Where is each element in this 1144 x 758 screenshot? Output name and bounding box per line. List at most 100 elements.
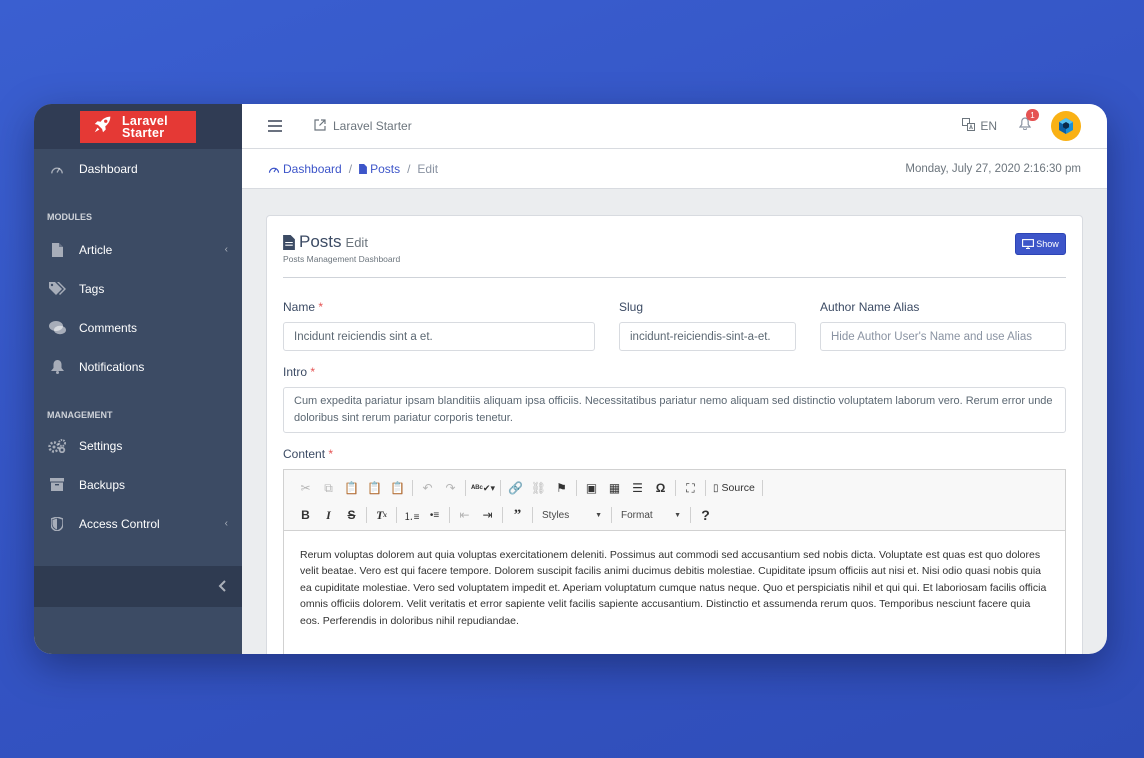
paste-icon[interactable]: 📋 <box>340 478 363 498</box>
content-label-text: Content <box>283 447 326 461</box>
horizontal-line-icon[interactable]: ☰ <box>626 478 649 498</box>
sidebar-minimize-button[interactable] <box>34 566 242 607</box>
sidebar-brand[interactable]: Laravel Starter <box>34 104 242 149</box>
divider <box>283 277 1066 278</box>
toolbar-separator <box>761 480 763 496</box>
breadcrumb-posts[interactable]: Posts <box>359 162 400 176</box>
name-label-text: Name <box>283 300 316 314</box>
language-switcher[interactable]: EN <box>962 118 997 134</box>
comments-icon <box>48 320 66 336</box>
anchor-flag-icon[interactable]: ⚑ <box>550 478 573 498</box>
undo-icon[interactable]: ↶ <box>416 478 439 498</box>
toolbar-separator <box>705 480 706 496</box>
file-icon <box>359 163 367 174</box>
toolbar-separator <box>576 480 577 496</box>
brand-line-1: Laravel <box>122 113 168 128</box>
name-input[interactable]: Incidunt reiciendis sint a et. <box>283 322 595 351</box>
sidebar-item-notifications[interactable]: Notifications <box>34 347 242 386</box>
indent-icon[interactable]: ⇥ <box>476 505 499 525</box>
app-link[interactable]: Laravel Starter <box>314 118 412 134</box>
special-char-icon[interactable]: Ω <box>649 478 672 498</box>
sidebar-item-label: Comments <box>79 320 138 335</box>
maximize-icon[interactable]: ⛶ <box>679 478 702 498</box>
sidebar-item-dashboard[interactable]: Dashboard <box>34 149 242 188</box>
page-title: Posts Edit <box>283 232 368 252</box>
caret-down-icon: ▼ <box>674 511 681 519</box>
bullet-list-icon[interactable]: •≡ <box>423 505 446 525</box>
sidebar-item-label: Backups <box>79 477 126 492</box>
tags-icon <box>48 281 66 297</box>
show-button[interactable]: Show <box>1015 233 1066 255</box>
help-icon[interactable]: ? <box>694 505 717 525</box>
toolbar-separator <box>675 480 676 496</box>
card-subtitle: Posts Management Dashboard <box>283 254 401 264</box>
app-link-label: Laravel Starter <box>333 119 412 133</box>
breadcrumb-dashboard[interactable]: Dashboard <box>268 162 342 176</box>
paste-text-icon[interactable]: 📋 <box>363 478 386 498</box>
avatar[interactable] <box>1051 111 1081 141</box>
image-icon[interactable]: ▣ <box>580 478 603 498</box>
toolbar-separator <box>396 507 397 523</box>
sidebar-item-label: Article <box>79 242 113 257</box>
menu-toggle-icon[interactable] <box>268 120 282 132</box>
nav-title-management: MANAGEMENT <box>47 410 113 420</box>
redo-icon[interactable]: ↷ <box>439 478 462 498</box>
rocket-icon <box>92 113 114 140</box>
spellcheck-icon[interactable]: ᴬᴮᶜ✔▾ <box>469 478 497 498</box>
bell-icon <box>48 359 66 375</box>
author-alias-label: Author Name Alias <box>820 300 920 314</box>
format-dropdown[interactable]: Format ▼ <box>615 505 687 525</box>
cut-icon[interactable]: ✂ <box>294 478 317 498</box>
notification-badge: 1 <box>1026 109 1039 121</box>
table-icon[interactable]: ▦ <box>603 478 626 498</box>
brand-line-2: Starter <box>122 125 165 140</box>
chevron-left-icon: ‹ <box>224 518 228 529</box>
breadcrumb-label: Dashboard <box>283 161 342 176</box>
sidebar-item-article[interactable]: Article ‹ <box>34 230 242 269</box>
header-right: EN 1 <box>962 109 1081 141</box>
sidebar-item-settings[interactable]: Settings <box>34 426 242 465</box>
copy-icon[interactable]: ⧉ <box>317 478 340 498</box>
link-icon[interactable]: 🔗 <box>504 478 527 498</box>
paste-word-icon[interactable]: 📋 <box>386 478 409 498</box>
slug-input[interactable]: incidunt-reiciendis-sint-a-et. <box>619 322 796 351</box>
external-link-icon <box>314 118 326 134</box>
numbered-list-icon[interactable]: ⒈≡ <box>400 505 423 525</box>
show-button-label: Show <box>1036 239 1059 249</box>
sidebar-item-comments[interactable]: Comments <box>34 308 242 347</box>
toolbar-separator <box>412 480 413 496</box>
unlink-icon[interactable]: ⛓ <box>527 478 550 498</box>
file-icon <box>283 234 295 250</box>
sidebar-item-access-control[interactable]: Access Control ‹ <box>34 504 242 543</box>
name-label: Name * <box>283 300 323 314</box>
editor-content[interactable]: Rerum voluptas dolorem aut quia voluptas… <box>284 531 1065 645</box>
sidebar-item-backups[interactable]: Backups <box>34 465 242 504</box>
required-marker: * <box>310 365 316 379</box>
toolbar-separator <box>502 507 503 523</box>
sidebar-item-tags[interactable]: Tags <box>34 269 242 308</box>
sidebar-item-label: Notifications <box>79 359 145 374</box>
styles-dropdown[interactable]: Styles ▼ <box>536 505 608 525</box>
intro-textarea[interactable]: Cum expedita pariatur ipsam blanditiis a… <box>283 387 1066 433</box>
breadcrumb-label: Posts <box>370 161 401 176</box>
toolbar-row-2: B I S Tx ⒈≡ •≡ ⇤ ⇥ ” Styles ▼ Format ▼ ? <box>294 503 1055 527</box>
strikethrough-icon[interactable]: S <box>340 505 363 525</box>
content-editor: ✂ ⧉ 📋 📋 📋 ↶ ↷ ᴬᴮᶜ✔▾ 🔗 ⛓ ⚑ ▣ ▦ ☰ Ω ⛶ ▯ So… <box>283 469 1066 654</box>
sidebar-item-label: Dashboard <box>79 161 138 176</box>
remove-format-icon[interactable]: Tx <box>370 505 393 525</box>
toolbar-separator <box>449 507 450 523</box>
slug-label: Slug <box>619 300 644 314</box>
author-alias-input[interactable]: Hide Author User's Name and use Alias <box>820 322 1066 351</box>
italic-icon[interactable]: I <box>317 505 340 525</box>
notifications-button[interactable]: 1 <box>1018 109 1039 135</box>
bold-icon[interactable]: B <box>294 505 317 525</box>
shield-icon <box>48 516 66 532</box>
slug-input-value: incidunt-reiciendis-sint-a-et. <box>630 330 771 343</box>
source-button[interactable]: ▯ Source <box>709 482 759 494</box>
cube-icon <box>1059 118 1073 134</box>
blockquote-icon[interactable]: ” <box>506 505 529 525</box>
app-window: Laravel Starter Dashboard MODULES Articl… <box>34 104 1107 654</box>
card-title-text: Posts <box>299 232 342 251</box>
current-datetime: Monday, July 27, 2020 2:16:30 pm <box>905 162 1081 175</box>
outdent-icon[interactable]: ⇤ <box>453 505 476 525</box>
